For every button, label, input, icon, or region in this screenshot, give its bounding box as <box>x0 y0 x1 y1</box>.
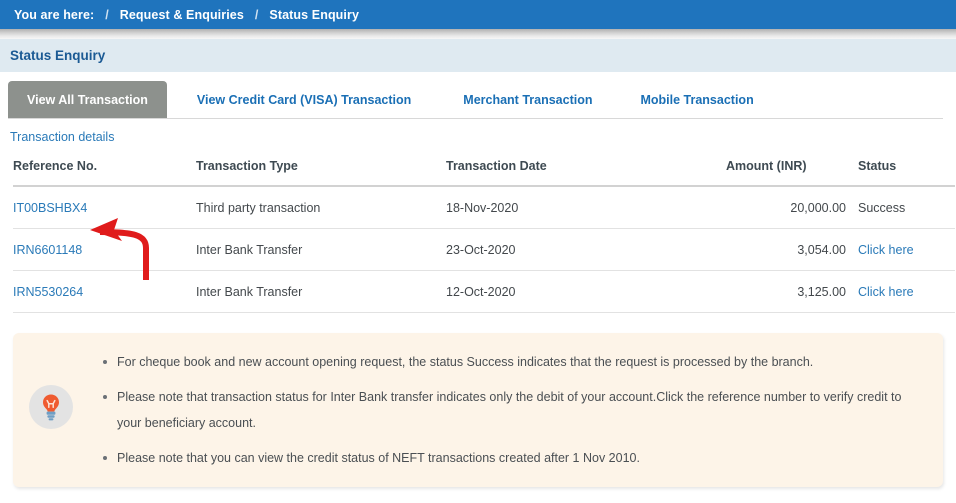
breadcrumb: You are here: / Request & Enquiries / St… <box>0 0 956 29</box>
table-header-row: Reference No. Transaction Type Transacti… <box>13 159 955 187</box>
cell-amount: 3,125.00 <box>726 270 846 313</box>
tab-mobile-transaction[interactable]: Mobile Transaction <box>614 81 775 119</box>
table-row: IRN5530264 Inter Bank Transfer 12-Oct-20… <box>13 270 955 313</box>
reference-no-link[interactable]: IRN6601148 <box>13 243 82 257</box>
cell-transaction-date: 12-Oct-2020 <box>446 270 726 313</box>
breadcrumb-separator: / <box>254 7 259 22</box>
tab-underline <box>8 118 943 119</box>
breadcrumb-prefix: You are here: <box>14 7 95 22</box>
column-header-reference-no: Reference No. <box>13 159 196 187</box>
cell-reference-no: IT00BSHBX4 <box>13 186 196 229</box>
breadcrumb-separator: / <box>105 7 109 22</box>
reference-no-link[interactable]: IT00BSHBX4 <box>13 201 87 215</box>
cell-status: Success <box>846 186 955 229</box>
notice-box: For cheque book and new account opening … <box>13 333 943 487</box>
column-header-transaction-type: Transaction Type <box>196 159 446 187</box>
table-row: IT00BSHBX4 Third party transaction 18-No… <box>13 186 955 229</box>
cell-reference-no: IRN5530264 <box>13 270 196 313</box>
tab-view-all-transaction[interactable]: View All Transaction <box>8 81 167 119</box>
page-title-bar: Status Enquiry <box>0 39 956 72</box>
tab-label: Mobile Transaction <box>640 93 754 107</box>
cell-status: Click here <box>846 270 955 313</box>
notice-bullet: Please note that transaction status for … <box>103 384 923 436</box>
tab-bar: View All Transaction View Credit Card (V… <box>0 81 956 119</box>
table-row: IRN6601148 Inter Bank Transfer 23-Oct-20… <box>13 228 955 271</box>
lightbulb-icon <box>29 385 73 429</box>
cell-transaction-date: 23-Oct-2020 <box>446 228 726 271</box>
tab-label: Merchant Transaction <box>463 93 593 107</box>
cell-reference-no: IRN6601148 <box>13 228 196 271</box>
cell-transaction-type: Inter Bank Transfer <box>196 270 446 313</box>
status-click-here-link[interactable]: Click here <box>858 285 914 299</box>
tab-view-credit-card-visa-transaction[interactable]: View Credit Card (VISA) Transaction <box>167 81 437 119</box>
transactions-table: Reference No. Transaction Type Transacti… <box>13 159 955 313</box>
column-header-amount-inr: Amount (INR) <box>726 159 846 187</box>
header-shadow <box>0 29 956 39</box>
cell-transaction-type: Inter Bank Transfer <box>196 228 446 271</box>
cell-amount: 3,054.00 <box>726 228 846 271</box>
tab-label: View Credit Card (VISA) Transaction <box>196 93 412 107</box>
reference-no-link[interactable]: IRN5530264 <box>13 285 83 299</box>
tab-label: View All Transaction <box>27 93 148 107</box>
cell-transaction-date: 18-Nov-2020 <box>446 186 726 229</box>
transaction-details-link[interactable]: Transaction details <box>10 130 114 144</box>
tab-merchant-transaction[interactable]: Merchant Transaction <box>437 81 614 119</box>
breadcrumb-item-status-enquiry[interactable]: Status Enquiry <box>269 8 359 22</box>
cell-transaction-type: Third party transaction <box>196 186 446 229</box>
column-header-transaction-date: Transaction Date <box>446 159 726 187</box>
notice-list: For cheque book and new account opening … <box>85 349 923 471</box>
cell-amount: 20,000.00 <box>726 186 846 229</box>
cell-status: Click here <box>846 228 955 271</box>
page-title: Status Enquiry <box>10 48 106 63</box>
breadcrumb-item-request-enquiries[interactable]: Request & Enquiries <box>120 8 244 22</box>
column-header-status: Status <box>846 159 955 187</box>
notice-bullet: Please note that you can view the credit… <box>103 445 923 471</box>
status-click-here-link[interactable]: Click here <box>858 243 914 257</box>
notice-bullet: For cheque book and new account opening … <box>103 349 923 375</box>
